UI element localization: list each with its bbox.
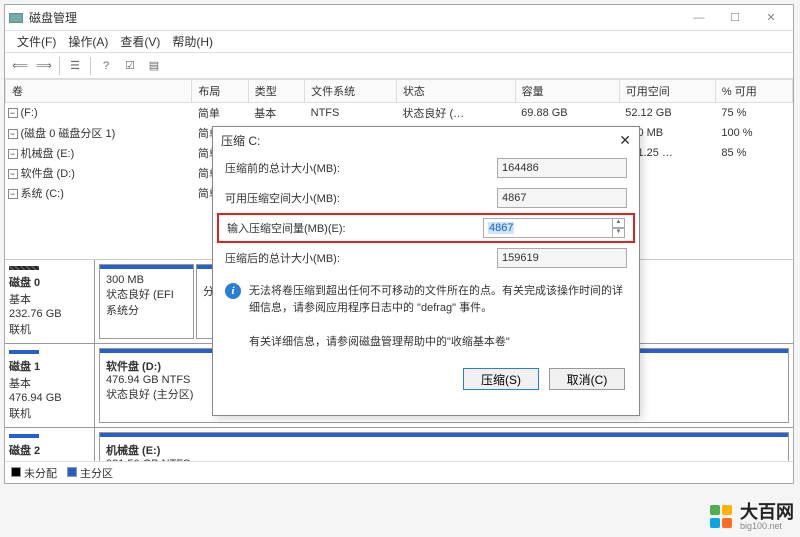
minimize-button[interactable]: — [681, 8, 717, 28]
available-shrink-label: 可用压缩空间大小(MB): [225, 190, 497, 206]
menu-help[interactable]: 帮助(H) [166, 33, 219, 50]
menubar: 文件(F) 操作(A) 查看(V) 帮助(H) [5, 31, 793, 53]
available-shrink-value: 4867 [497, 188, 627, 208]
app-icon [9, 11, 23, 25]
tree-toggle-icon[interactable]: − [8, 189, 18, 199]
partition[interactable]: 300 MB状态良好 (EFI 系统分 [99, 264, 194, 339]
window-title: 磁盘管理 [29, 9, 681, 26]
col-header[interactable]: 类型 [248, 80, 304, 103]
menu-action[interactable]: 操作(A) [62, 33, 114, 50]
menu-file[interactable]: 文件(F) [11, 33, 62, 50]
list-icon[interactable]: ▤ [143, 56, 165, 76]
help-link-text: 有关详细信息，请参阅磁盘管理帮助中的"收缩基本卷" [225, 333, 510, 349]
unallocated-swatch [11, 467, 21, 477]
col-header[interactable]: 卷 [6, 80, 192, 103]
dialog-close-icon[interactable]: ✕ [619, 132, 631, 149]
watermark: 大百网 big100.net [710, 503, 794, 531]
tree-toggle-icon[interactable]: − [8, 129, 18, 139]
watermark-logo-icon [710, 505, 734, 529]
tree-toggle-icon[interactable]: − [8, 108, 18, 118]
shrink-button[interactable]: 压缩(S) [463, 368, 539, 390]
col-header[interactable]: 文件系统 [305, 80, 397, 103]
table-view-icon[interactable]: ☰ [64, 56, 86, 76]
shrink-stepper[interactable]: ▲▼ [613, 218, 625, 238]
col-header[interactable]: 可用空间 [619, 80, 715, 103]
info-text: 无法将卷压缩到超出任何不可移动的文件所在的点。有关完成该操作时间的详细信息，请参… [249, 283, 627, 316]
size-after-label: 压缩后的总计大小(MB): [225, 250, 497, 266]
cancel-button[interactable]: 取消(C) [549, 368, 625, 390]
help-icon[interactable]: ? [95, 56, 117, 76]
enter-shrink-input[interactable]: 4867 [483, 218, 613, 238]
tree-toggle-icon[interactable]: − [8, 169, 18, 179]
toolbar: ⟸ ⟹ ☰ ? ☑ ▤ [5, 53, 793, 79]
size-before-value: 164486 [497, 158, 627, 178]
tree-toggle-icon[interactable]: − [8, 149, 18, 159]
size-after-value: 159619 [497, 248, 627, 268]
menu-view[interactable]: 查看(V) [114, 33, 166, 50]
back-icon[interactable]: ⟸ [9, 56, 31, 76]
shrink-dialog: 压缩 C: ✕ 压缩前的总计大小(MB): 164486 可用压缩空间大小(MB… [212, 126, 640, 416]
close-button[interactable]: ✕ [753, 8, 789, 28]
col-header[interactable]: % 可用 [715, 80, 792, 103]
col-header[interactable]: 布局 [192, 80, 248, 103]
titlebar: 磁盘管理 — ☐ ✕ [5, 5, 793, 31]
size-before-label: 压缩前的总计大小(MB): [225, 160, 497, 176]
enter-shrink-label: 输入压缩空间量(MB)(E): [227, 220, 483, 236]
info-icon: i [225, 283, 241, 299]
table-row[interactable]: −(F:)简单基本NTFS状态良好 (…69.88 GB52.12 GB75 % [6, 103, 793, 124]
col-header[interactable]: 状态 [396, 80, 515, 103]
primary-swatch [67, 467, 77, 477]
dialog-title: 压缩 C: [221, 132, 260, 149]
maximize-button[interactable]: ☐ [717, 8, 753, 28]
col-header[interactable]: 容量 [515, 80, 619, 103]
refresh-icon[interactable]: ☑ [119, 56, 141, 76]
forward-icon[interactable]: ⟹ [33, 56, 55, 76]
legend: 未分配 主分区 [5, 461, 793, 483]
